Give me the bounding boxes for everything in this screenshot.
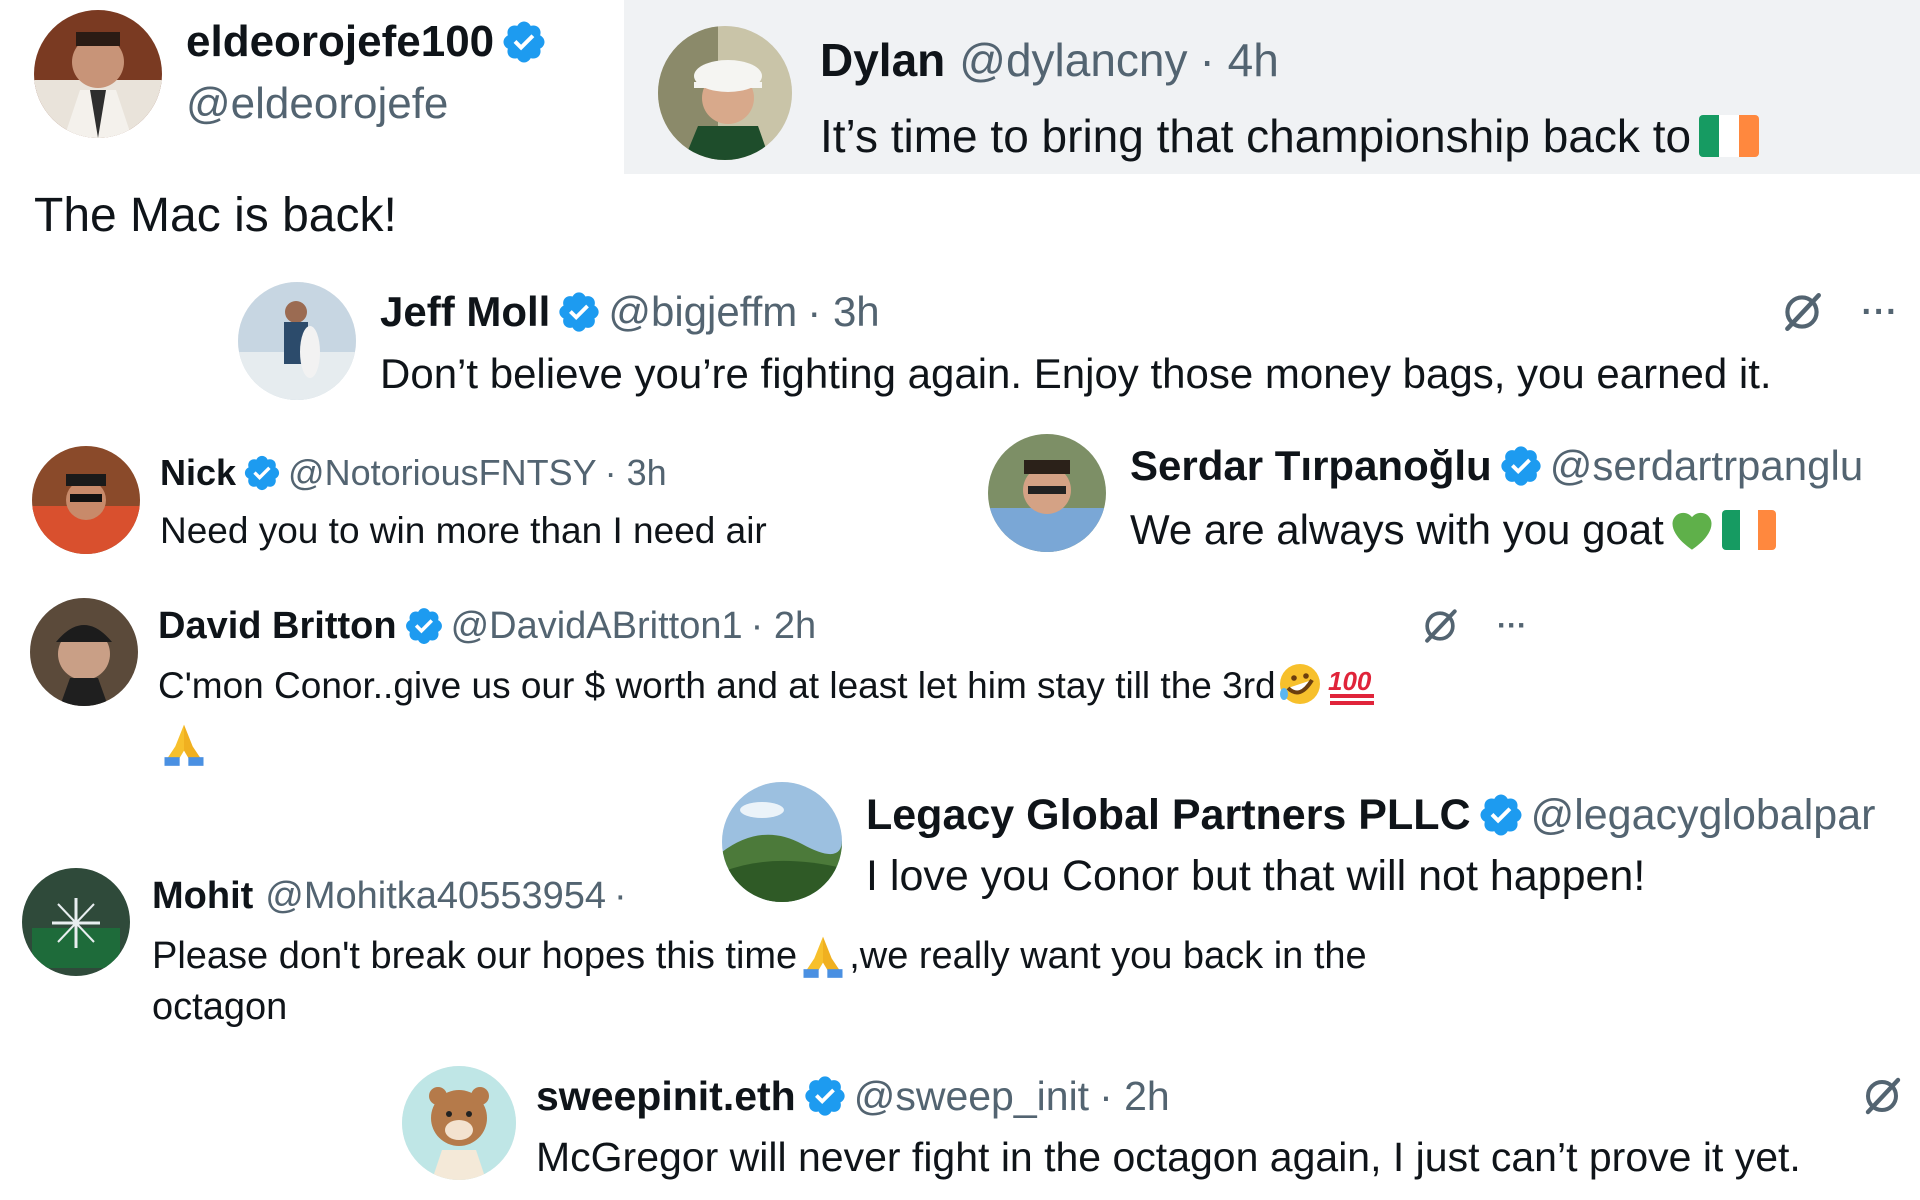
post-text: Need you to win more than I need air (160, 510, 767, 551)
folded-hands-emoji-icon (158, 716, 210, 773)
timestamp[interactable]: · 4h (1200, 33, 1279, 87)
verified-badge-icon (556, 289, 602, 335)
display-name[interactable]: Dylan (820, 33, 945, 87)
avatar[interactable] (32, 446, 140, 554)
avatar[interactable] (22, 868, 130, 976)
avatar[interactable] (658, 26, 792, 160)
folded-hands-emoji-icon (797, 928, 849, 985)
handle[interactable]: @legacyglobalpar (1531, 791, 1876, 840)
grok-icon[interactable] (1412, 600, 1468, 652)
avatar[interactable] (402, 1066, 516, 1180)
verified-badge-icon (500, 18, 548, 66)
handle[interactable]: @eldeorojefe (186, 79, 448, 129)
avatar[interactable] (34, 10, 162, 138)
ireland-flag-icon (1721, 510, 1776, 550)
verified-badge-icon (802, 1073, 848, 1119)
hundred-emoji-icon: 100 (1326, 660, 1380, 713)
more-label: ··· (1861, 292, 1899, 331)
avatar[interactable] (30, 598, 138, 706)
verified-badge-icon (242, 453, 282, 493)
post-text: It’s time to bring that championship bac… (820, 110, 1692, 162)
handle[interactable]: @DavidABritton1 (451, 605, 743, 648)
post-text: octagon (152, 986, 288, 1028)
verified-badge-icon (403, 605, 445, 647)
post-text: Don’t believe you’re fighting again. Enj… (380, 350, 1772, 397)
display-name[interactable]: David Britton (158, 605, 397, 648)
more-icon[interactable]: ··· (1484, 600, 1540, 652)
handle[interactable]: @serdartrpanglu (1550, 442, 1863, 490)
handle[interactable]: @bigjeffm (608, 288, 797, 336)
grok-icon[interactable] (1772, 284, 1832, 340)
avatar[interactable] (722, 782, 842, 902)
post-text: C'mon Conor..give us our $ worth and at … (158, 665, 1276, 706)
rofl-emoji-icon (1276, 660, 1324, 713)
more-label: ··· (1497, 609, 1527, 642)
grok-icon[interactable] (1852, 1068, 1912, 1124)
post-text: Please don't break our hopes this time (152, 934, 798, 977)
avatar[interactable] (988, 434, 1106, 552)
display-name[interactable]: Mohit (152, 875, 253, 918)
timestamp[interactable]: · 2h (751, 605, 816, 648)
display-name[interactable]: sweepinit.eth (536, 1073, 796, 1120)
timestamp[interactable]: · 3h (605, 452, 667, 494)
post-text: McGregor will never fight in the octagon… (536, 1134, 1801, 1180)
verified-badge-icon (1477, 791, 1525, 839)
timestamp[interactable]: · 3h (807, 288, 879, 336)
timestamp[interactable]: · (614, 875, 627, 918)
post-text: I love you Conor but that will not happe… (866, 852, 1646, 900)
avatar[interactable] (238, 282, 356, 400)
post-text: The Mac is back! (34, 189, 397, 242)
handle[interactable]: @Mohitka40553954 (265, 875, 606, 918)
post-text: We are always with you goat (1130, 506, 1664, 553)
handle[interactable]: @NotoriousFNTSY (288, 452, 597, 494)
display-name[interactable]: Legacy Global Partners PLLC (866, 791, 1471, 840)
display-name[interactable]: eldeorojefe100 (186, 17, 494, 67)
display-name[interactable]: Nick (160, 452, 236, 494)
ireland-flag-icon (1699, 115, 1760, 157)
post-text: ,we really want you back in the (849, 934, 1367, 977)
display-name[interactable]: Serdar Tırpanoğlu (1130, 442, 1492, 490)
more-icon[interactable]: ··· (1850, 284, 1910, 340)
display-name[interactable]: Jeff Moll (380, 288, 550, 336)
handle[interactable]: @dylancny (959, 33, 1187, 87)
timestamp[interactable]: · 2h (1099, 1073, 1170, 1120)
verified-badge-icon (1498, 443, 1544, 489)
green-heart-icon (1666, 504, 1718, 557)
svg-text:100: 100 (1328, 666, 1372, 696)
handle[interactable]: @sweep_init (854, 1073, 1089, 1120)
